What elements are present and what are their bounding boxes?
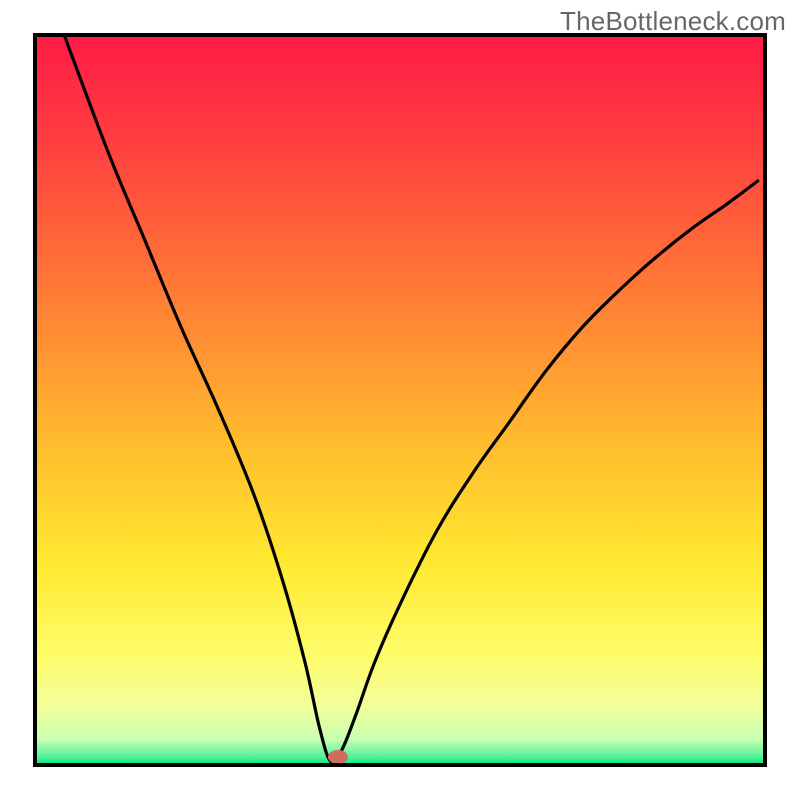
bottleneck-chart	[0, 0, 800, 800]
optimal-point-marker	[328, 750, 348, 764]
chart-container: TheBottleneck.com	[0, 0, 800, 800]
heat-background	[35, 35, 765, 765]
watermark-text: TheBottleneck.com	[560, 6, 786, 37]
